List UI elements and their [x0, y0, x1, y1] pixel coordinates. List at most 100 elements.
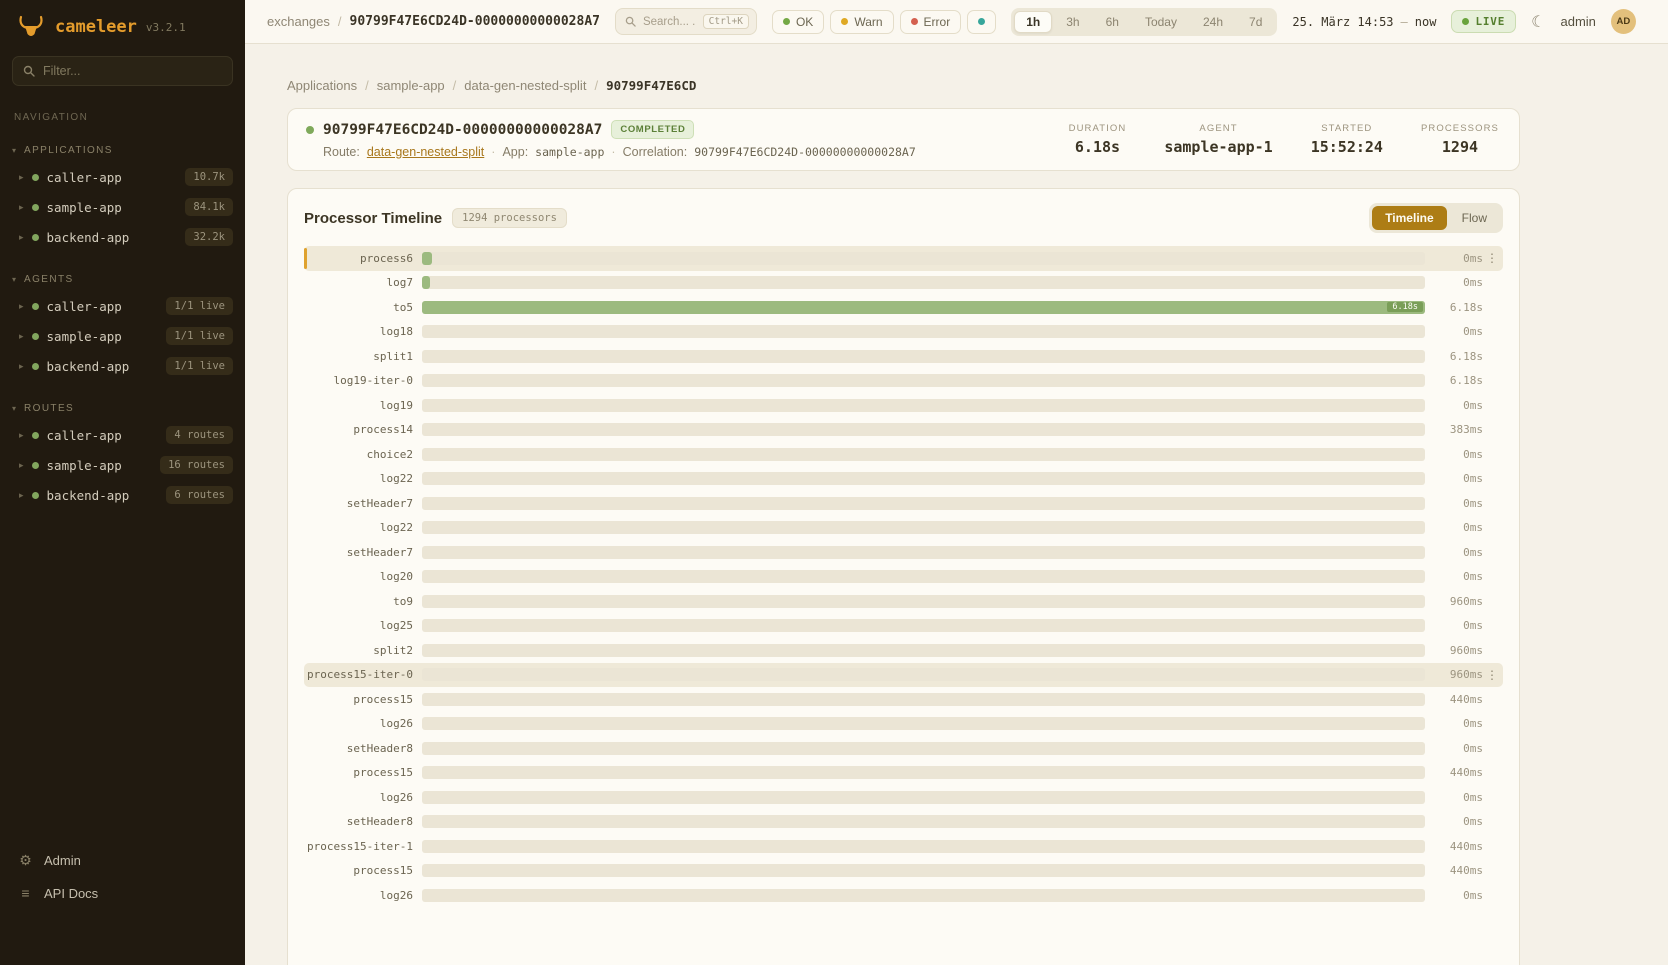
filter-chip-error[interactable]: Error — [900, 10, 962, 34]
timeline-row[interactable]: process60ms⋮ — [304, 246, 1503, 271]
sidebar-section-header[interactable]: ▾APPLICATIONS — [0, 140, 245, 162]
timeline-track — [422, 399, 1425, 412]
timeline-track — [422, 693, 1425, 706]
sidebar-sections: ▾APPLICATIONS▸caller-app10.7k▸sample-app… — [0, 123, 245, 510]
time-range-6h[interactable]: 6h — [1094, 11, 1131, 33]
sidebar-item-sample-app[interactable]: ▸sample-app1/1 live — [0, 321, 245, 351]
view-toggle: TimelineFlow — [1369, 203, 1503, 233]
timeline-row[interactable]: log19-iter-06.18s — [304, 369, 1503, 394]
timeline-row[interactable]: process15-iter-0960ms⋮ — [304, 663, 1503, 688]
user-avatar[interactable]: AD — [1611, 9, 1636, 34]
timeline-row[interactable]: log70ms — [304, 271, 1503, 296]
filter-chip-ok[interactable]: OK — [772, 10, 824, 34]
filter-chip-label: OK — [796, 15, 813, 29]
stat-label: AGENT — [1164, 123, 1272, 134]
search-icon — [625, 16, 636, 27]
timeline-row[interactable]: process15-iter-1440ms — [304, 834, 1503, 859]
processor-name: log19-iter-0 — [304, 374, 422, 387]
filter-input[interactable] — [43, 64, 222, 78]
timeline-row[interactable]: process14383ms — [304, 418, 1503, 443]
timeline-row[interactable]: log260ms — [304, 883, 1503, 908]
timeline-row[interactable]: to9960ms — [304, 589, 1503, 614]
timeline-row[interactable]: log200ms — [304, 565, 1503, 590]
sidebar-item-sample-app[interactable]: ▸sample-app84.1k — [0, 192, 245, 222]
timeline-row[interactable]: split2960ms — [304, 638, 1503, 663]
exchange-id: 90799F47E6CD24D-00000000000028A7 — [323, 122, 602, 138]
timeline-row[interactable]: setHeader70ms — [304, 540, 1503, 565]
timeline-row[interactable]: setHeader70ms — [304, 491, 1503, 516]
live-label: LIVE — [1475, 15, 1505, 28]
sidebar: cameleer v3.2.1 NAVIGATION ▾APPLICATIONS… — [0, 0, 245, 965]
timeline-row[interactable]: choice20ms — [304, 442, 1503, 467]
timeline-row[interactable]: process15440ms — [304, 687, 1503, 712]
timeline-track — [422, 766, 1425, 779]
processor-name: process14 — [304, 423, 422, 436]
timeline-track — [422, 252, 1425, 265]
sidebar-item-backend-app[interactable]: ▸backend-app6 routes — [0, 480, 245, 510]
sidebar-item-caller-app[interactable]: ▸caller-app4 routes — [0, 420, 245, 450]
sidebar-item-label: caller-app — [47, 428, 159, 443]
search-box[interactable]: Ctrl+K — [615, 8, 757, 35]
sidebar-section-applications: ▾APPLICATIONS▸caller-app10.7k▸sample-app… — [0, 140, 245, 252]
processor-name: log7 — [304, 276, 422, 289]
time-range-1h[interactable]: 1h — [1014, 11, 1052, 33]
sidebar-item-backend-app[interactable]: ▸backend-app1/1 live — [0, 351, 245, 381]
sidebar-item-badge: 1/1 live — [166, 357, 233, 375]
search-shortcut-kbd: Ctrl+K — [703, 14, 749, 29]
breadcrumb-item[interactable]: sample-app — [377, 78, 445, 93]
timeline-row[interactable]: log180ms — [304, 320, 1503, 345]
filter-chip-warn[interactable]: Warn — [830, 10, 893, 34]
filter-chip-extra[interactable] — [967, 10, 996, 34]
timeline-row[interactable]: log220ms — [304, 516, 1503, 541]
sidebar-footer: ⚙Admin≡API Docs — [0, 836, 245, 965]
chevron-right-icon: ▸ — [19, 490, 24, 501]
time-range-24h[interactable]: 24h — [1191, 11, 1235, 33]
sidebar-item-sample-app[interactable]: ▸sample-app16 routes — [0, 450, 245, 480]
route-link[interactable]: data-gen-nested-split — [367, 145, 484, 159]
breadcrumb-exchanges[interactable]: exchanges — [267, 14, 330, 29]
timeline-row[interactable]: to56.18s6.18s — [304, 295, 1503, 320]
timeline-row[interactable]: setHeader80ms — [304, 810, 1503, 835]
sidebar-section-header[interactable]: ▾ROUTES — [0, 398, 245, 420]
search-input[interactable] — [643, 16, 696, 28]
timeline-row[interactable]: log250ms — [304, 614, 1503, 639]
timeline-row[interactable]: log260ms — [304, 785, 1503, 810]
view-toggle-timeline[interactable]: Timeline — [1372, 206, 1446, 230]
timeline-row[interactable]: process15440ms — [304, 859, 1503, 884]
sidebar-item-caller-app[interactable]: ▸caller-app1/1 live — [0, 291, 245, 321]
exchange-stats: DURATION6.18sAGENTsample-app-1STARTED15:… — [1069, 123, 1499, 156]
date-range-picker[interactable]: 25. März 14:53 — now — [1292, 15, 1436, 29]
timeline-row[interactable]: log220ms — [304, 467, 1503, 492]
timeline-row[interactable]: log190ms — [304, 393, 1503, 418]
app-name: cameleer — [55, 17, 137, 37]
dark-mode-toggle-moon-icon[interactable]: ☾ — [1531, 12, 1545, 32]
timeline-track — [422, 644, 1425, 657]
duration-label: 0ms — [1425, 325, 1483, 338]
app-logo[interactable]: cameleer v3.2.1 — [0, 0, 245, 49]
sidebar-item-backend-app[interactable]: ▸backend-app32.2k — [0, 222, 245, 252]
processor-name: setHeader8 — [304, 815, 422, 828]
time-range-7d[interactable]: 7d — [1237, 11, 1274, 33]
chevron-right-icon: ▸ — [19, 232, 24, 243]
kebab-menu-icon[interactable]: ⋮ — [1483, 251, 1501, 265]
kebab-menu-icon[interactable]: ⋮ — [1483, 668, 1501, 682]
processor-name: log19 — [304, 399, 422, 412]
timeline-row[interactable]: log260ms — [304, 712, 1503, 737]
time-range-3h[interactable]: 3h — [1054, 11, 1091, 33]
breadcrumb-item[interactable]: Applications — [287, 78, 357, 93]
breadcrumb-item[interactable]: data-gen-nested-split — [464, 78, 586, 93]
footer-item-api-docs[interactable]: ≡API Docs — [0, 877, 245, 909]
timeline-row[interactable]: split16.18s — [304, 344, 1503, 369]
sidebar-section-header[interactable]: ▾AGENTS — [0, 269, 245, 291]
timeline-row[interactable]: setHeader80ms — [304, 736, 1503, 761]
live-toggle[interactable]: LIVE — [1451, 10, 1516, 33]
timeline-track — [422, 742, 1425, 755]
sidebar-item-caller-app[interactable]: ▸caller-app10.7k — [0, 162, 245, 192]
stat-label: PROCESSORS — [1421, 123, 1499, 134]
view-toggle-flow[interactable]: Flow — [1449, 206, 1500, 230]
main-column: exchanges / 90799F47E6CD24D-000000000000… — [245, 0, 1668, 965]
time-range-today[interactable]: Today — [1133, 11, 1189, 33]
processor-name: process15-iter-0 — [304, 668, 422, 681]
timeline-row[interactable]: process15440ms — [304, 761, 1503, 786]
footer-item-admin[interactable]: ⚙Admin — [0, 844, 245, 877]
